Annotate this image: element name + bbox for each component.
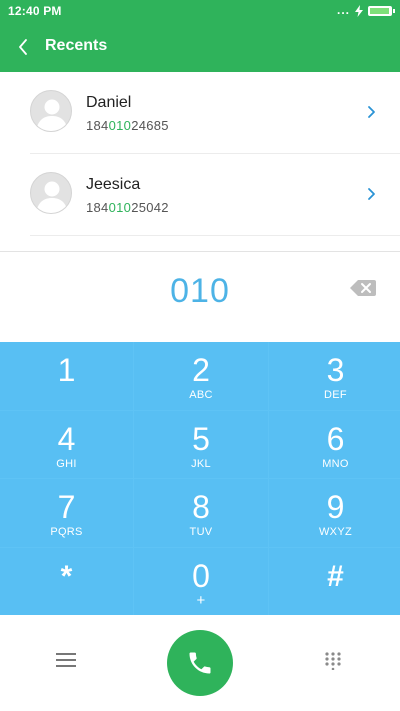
key-4[interactable]: 4 GHI (0, 410, 133, 478)
person-icon (36, 181, 68, 213)
chevron-right-icon[interactable] (366, 105, 376, 119)
key-digit: * (60, 559, 73, 593)
dial-display: 010 (0, 252, 400, 342)
key-2[interactable]: 2 ABC (134, 342, 268, 410)
contact-number: 18401024685 (86, 118, 169, 133)
signal-dots: ... (336, 3, 350, 17)
avatar (30, 172, 72, 214)
chevron-right-icon[interactable] (366, 187, 376, 201)
key-digit: 2 (192, 352, 210, 388)
person-icon (36, 99, 68, 131)
key-5[interactable]: 5 JKL (134, 410, 268, 478)
contact-name: Daniel (86, 94, 132, 111)
key-digit: 6 (326, 420, 345, 457)
key-7[interactable]: 7 PQRS (0, 479, 133, 547)
menu-icon[interactable] (56, 653, 76, 669)
back-button[interactable] (10, 34, 36, 60)
key-letters: GHI (56, 457, 77, 470)
key-6[interactable]: 6 MNO (269, 410, 400, 478)
key-letters: DEF (324, 389, 347, 401)
recent-contact-daniel[interactable]: Daniel 18401024685 (0, 72, 400, 154)
header-bar: Recents (0, 22, 400, 72)
phone-icon (189, 652, 211, 674)
key-0[interactable]: 0 + (134, 547, 268, 615)
recent-contact-jeesica[interactable]: Jeesica 18401025042 (0, 154, 400, 236)
key-letters: MNO (322, 457, 349, 470)
key-letters: PQRS (50, 526, 83, 538)
number-match-highlight: 010 (108, 118, 132, 133)
dialed-number: 010 (170, 272, 230, 310)
chevron-left-icon (19, 39, 27, 55)
avatar (30, 90, 72, 132)
key-hash[interactable]: # (269, 547, 400, 615)
contact-number: 18401025042 (86, 200, 169, 215)
key-letters: WXYZ (319, 526, 352, 538)
backspace-icon[interactable] (350, 279, 376, 297)
bottom-bar (0, 615, 400, 711)
key-8[interactable]: 8 TUV (134, 479, 268, 547)
number-match-highlight: 010 (108, 200, 132, 215)
key-letters: ABC (189, 389, 213, 401)
key-star[interactable]: * (0, 547, 133, 615)
battery-icon (368, 6, 395, 16)
key-digit: 8 (192, 489, 210, 525)
status-bar: 12:40 PM ... (0, 0, 400, 22)
key-digit: # (327, 559, 344, 593)
key-digit: 3 (326, 352, 345, 388)
key-digit: 0 (192, 557, 210, 594)
key-letters: JKL (191, 457, 211, 470)
call-button[interactable] (167, 630, 233, 696)
key-digit: 7 (57, 489, 76, 525)
key-9[interactable]: 9 WXYZ (269, 479, 400, 547)
key-3[interactable]: 3 DEF (269, 342, 400, 410)
charging-icon (355, 5, 363, 17)
key-1[interactable]: 1 (0, 342, 133, 410)
key-letters: TUV (189, 526, 213, 538)
key-letters: + (196, 591, 206, 609)
key-digit: 1 (57, 352, 76, 388)
key-digit: 4 (57, 420, 76, 457)
divider (30, 235, 400, 236)
key-digit: 9 (326, 489, 345, 525)
dialpad-icon[interactable] (324, 652, 342, 670)
dialpad: 1 2 ABC 3 DEF 4 GHI 5 JKL 6 MNO 7 PQRS 8… (0, 342, 400, 615)
page-title: Recents (45, 37, 108, 54)
status-icons: ... (336, 3, 395, 18)
key-digit: 5 (192, 420, 210, 457)
contact-name: Jeesica (86, 176, 141, 193)
status-time: 12:40 PM (8, 4, 62, 18)
